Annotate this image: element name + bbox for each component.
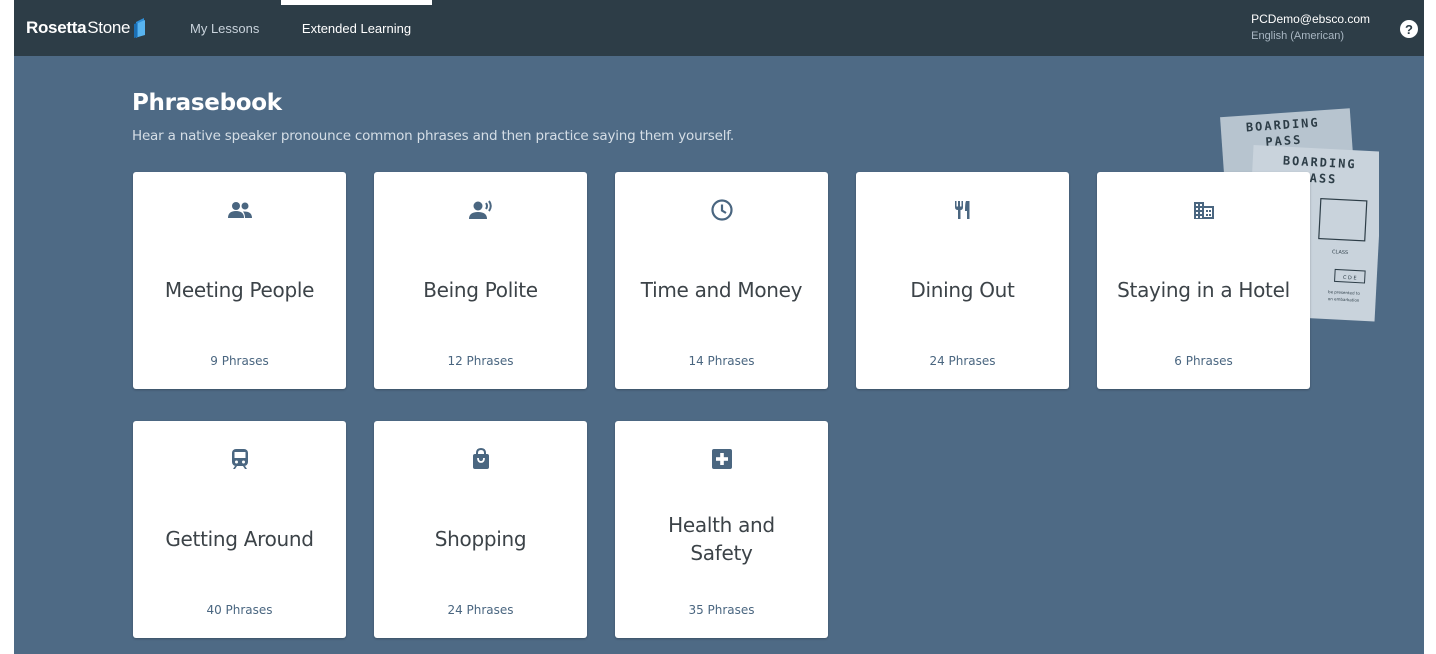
phrase-card-getting-around[interactable]: Getting Around 40 Phrases xyxy=(133,421,346,638)
shopping-bag-icon xyxy=(374,447,587,471)
card-phrase-count: 24 Phrases xyxy=(447,603,514,617)
account-language: English (American) xyxy=(1251,30,1345,42)
card-phrase-count: 14 Phrases xyxy=(688,354,755,368)
account-email: PCDemo@ebsco.com xyxy=(1251,12,1370,26)
card-title: Getting Around xyxy=(165,527,314,551)
card-phrase-count: 9 Phrases xyxy=(210,354,269,368)
card-title: Health and Safety xyxy=(668,513,775,565)
nav-extended-learning[interactable]: Extended Learning xyxy=(281,0,432,56)
card-title: Time and Money xyxy=(640,278,803,302)
pass-small-text-2: C D E xyxy=(1343,275,1357,282)
page-subtitle: Hear a native speaker pronounce common p… xyxy=(132,128,734,144)
phrase-card-health-and-safety[interactable]: Health and Safety 35 Phrases xyxy=(615,421,828,638)
card-title: Staying in a Hotel xyxy=(1117,278,1290,302)
card-phrase-count: 24 Phrases xyxy=(929,354,996,368)
rosetta-stone-logo[interactable]: Rosetta Stone xyxy=(26,18,147,38)
people-icon xyxy=(133,198,346,222)
card-title: Being Polite xyxy=(423,278,538,302)
phrase-card-time-and-money[interactable]: Time and Money 14 Phrases xyxy=(615,172,828,389)
nav-my-lessons-label: My Lessons xyxy=(190,20,260,36)
pass-small-text-1: CLASS xyxy=(1332,249,1348,256)
card-phrase-count: 40 Phrases xyxy=(206,603,273,617)
speaking-person-icon xyxy=(374,198,587,222)
help-button[interactable]: ? xyxy=(1400,20,1418,38)
train-icon xyxy=(133,447,346,471)
card-phrase-count: 6 Phrases xyxy=(1174,354,1233,368)
medical-cross-icon xyxy=(615,447,828,471)
phrase-card-dining-out[interactable]: Dining Out 24 Phrases xyxy=(856,172,1069,389)
page-title: Phrasebook xyxy=(132,90,282,116)
logo-bold-text: Rosetta xyxy=(26,18,87,37)
logo-light-text: Stone xyxy=(87,18,131,37)
phrase-card-meeting-people[interactable]: Meeting People 9 Phrases xyxy=(133,172,346,389)
phrase-card-being-polite[interactable]: Being Polite 12 Phrases xyxy=(374,172,587,389)
app-frame: Rosetta Stone My Lessons Extended Learni… xyxy=(14,0,1424,654)
nav-extended-learning-label: Extended Learning xyxy=(301,20,412,36)
top-navigation-bar: Rosetta Stone My Lessons Extended Learni… xyxy=(14,0,1424,56)
nav-my-lessons[interactable]: My Lessons xyxy=(190,0,259,56)
clock-icon xyxy=(615,198,828,222)
phrase-card-shopping[interactable]: Shopping 24 Phrases xyxy=(374,421,587,638)
card-title: Shopping xyxy=(434,527,527,551)
utensils-icon xyxy=(856,198,1069,222)
logo-book-icon xyxy=(134,18,146,38)
phrase-card-staying-in-a-hotel[interactable]: Staying in a Hotel 6 Phrases xyxy=(1097,172,1310,389)
card-title: Dining Out xyxy=(910,278,1015,302)
card-phrase-count: 35 Phrases xyxy=(688,603,755,617)
building-icon xyxy=(1097,198,1310,222)
help-icon: ? xyxy=(1405,21,1413,37)
account-menu[interactable]: PCDemo@ebsco.com English (American) xyxy=(1251,12,1370,42)
card-title: Meeting People xyxy=(164,278,315,302)
card-phrase-count: 12 Phrases xyxy=(447,354,514,368)
